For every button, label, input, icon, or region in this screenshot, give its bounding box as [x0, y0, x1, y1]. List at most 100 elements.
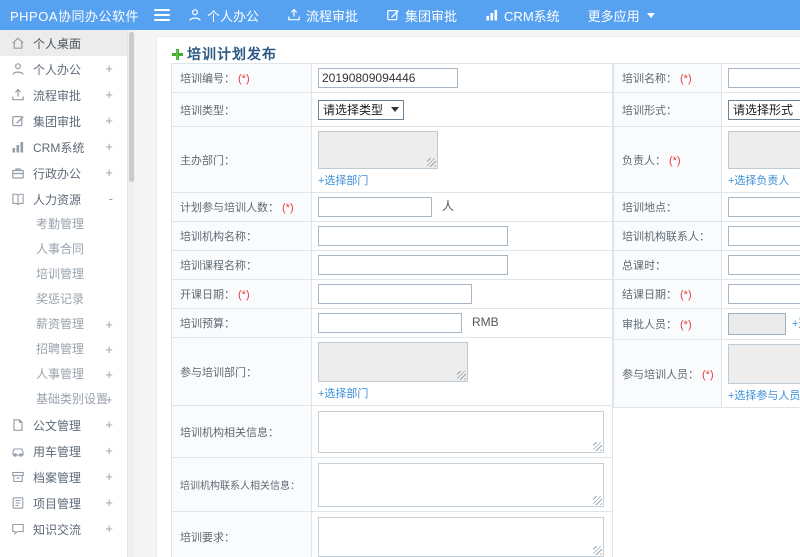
- expand-toggle[interactable]: +: [105, 160, 113, 186]
- end-date-input[interactable]: [728, 284, 800, 304]
- resize-handle-icon[interactable]: [457, 371, 466, 381]
- form-row: 培训类型： 请选择类型: [171, 92, 613, 127]
- edit-icon: [11, 114, 25, 128]
- sidebar-item-label: 档案管理: [33, 470, 82, 485]
- menu-toggle-icon[interactable]: [154, 9, 170, 21]
- sidebar-item-label: 流程审批: [33, 88, 82, 103]
- choose-leader-link[interactable]: +选择负责人: [728, 172, 800, 188]
- resize-handle-icon[interactable]: [593, 495, 602, 505]
- choose-dept-link[interactable]: +选择部门: [318, 172, 606, 188]
- training-form-label: 培训形式：: [613, 92, 722, 127]
- nav-group-approval[interactable]: 集团审批: [386, 6, 457, 25]
- top-nav: 个人办公 流程审批 集团审批 CRM系统 更多应用: [188, 6, 683, 25]
- sidebar-item-desktop[interactable]: 个人桌面: [0, 30, 135, 56]
- nav-crm[interactable]: CRM系统: [485, 6, 560, 25]
- expand-toggle[interactable]: +: [105, 82, 113, 108]
- nav-more-apps[interactable]: 更多应用: [588, 6, 655, 25]
- location-input[interactable]: [728, 197, 800, 217]
- approver-label: 审批人员： (*): [613, 308, 722, 340]
- choose-trainees-link[interactable]: +选择参与人员: [728, 387, 800, 403]
- choose-dept-link[interactable]: +选择部门: [318, 385, 606, 401]
- sidebar-item-hr[interactable]: 人力资源 -: [0, 186, 135, 212]
- sidebar-item-project[interactable]: 项目管理 +: [0, 490, 135, 516]
- org-name-input[interactable]: [318, 226, 508, 247]
- training-requirements-textarea[interactable]: [318, 516, 604, 557]
- sidebar-item-admin-office[interactable]: 行政办公 +: [0, 160, 135, 186]
- nav-workflow-approval[interactable]: 流程审批: [287, 6, 358, 25]
- join-dept-textarea[interactable]: [318, 342, 468, 383]
- expand-toggle[interactable]: +: [105, 337, 113, 362]
- collapse-toggle[interactable]: -: [109, 186, 113, 212]
- approver-input[interactable]: [728, 313, 786, 335]
- form-row: 计划参与培训人数： (*) 人: [171, 191, 613, 223]
- sidebar-subitem-hr-contract[interactable]: 人事合同: [0, 237, 135, 262]
- form-card: 培训计划发布 培训编号：(*) 培训类型： 请选择类型: [156, 36, 800, 557]
- user-icon: [188, 8, 202, 22]
- training-form-select[interactable]: 请选择形式: [728, 99, 800, 120]
- expand-toggle[interactable]: +: [105, 490, 113, 516]
- host-dept-textarea[interactable]: [318, 131, 438, 169]
- start-date-input[interactable]: [318, 284, 472, 305]
- expand-toggle[interactable]: +: [105, 108, 113, 134]
- sidebar-subitem-attendance[interactable]: 考勤管理: [0, 212, 135, 237]
- sidebar-subitem-salary[interactable]: 薪资管理 +: [0, 312, 135, 337]
- nav-personal-office[interactable]: 个人办公: [188, 6, 259, 25]
- org-info-textarea[interactable]: [318, 410, 604, 453]
- expand-toggle[interactable]: +: [105, 464, 113, 490]
- expand-toggle[interactable]: +: [105, 438, 113, 464]
- training-name-input[interactable]: [728, 68, 800, 88]
- sidebar-subitem-base-category[interactable]: 基础类别设置 +: [0, 387, 135, 412]
- sidebar-subitem-rewards[interactable]: 奖惩记录: [0, 287, 135, 312]
- document-icon: [11, 418, 25, 432]
- resize-handle-icon[interactable]: [593, 545, 602, 555]
- sidebar-subitem-personnel[interactable]: 人事管理 +: [0, 362, 135, 387]
- sidebar-item-workflow-approval[interactable]: 流程审批 +: [0, 82, 135, 108]
- sidebar-subitem-recruit[interactable]: 招聘管理 +: [0, 337, 135, 362]
- scrollbar-thumb[interactable]: [129, 32, 134, 182]
- book-icon: [11, 192, 25, 206]
- resize-handle-icon[interactable]: [427, 158, 436, 167]
- app-window: PHPOA协同办公软件 个人办公 流程审批 集团审批 CRM系统 更多应用 个人…: [0, 0, 800, 557]
- nav-label: 更多应用: [587, 8, 640, 24]
- sidebar-subitem-label: 基础类别设置: [36, 392, 109, 406]
- page-title: 培训计划发布: [171, 44, 277, 64]
- brand-logo[interactable]: PHPOA协同办公软件: [10, 6, 152, 25]
- planned-count-input[interactable]: [318, 197, 432, 218]
- form-row: 培训预算： RMB: [171, 308, 613, 339]
- sidebar-subitem-label: 奖惩记录: [36, 292, 85, 306]
- training-type-select[interactable]: 请选择类型: [318, 99, 405, 120]
- sidebar-item-knowledge[interactable]: 知识交流 +: [0, 516, 135, 542]
- sidebar-item-crm[interactable]: CRM系统 +: [0, 134, 135, 160]
- sidebar-item-archive[interactable]: 档案管理 +: [0, 464, 135, 490]
- sidebar-scrollbar[interactable]: [127, 30, 135, 557]
- form-row: 培训机构联系人相关信息：: [171, 457, 613, 513]
- total-hours-input[interactable]: [728, 255, 800, 275]
- sidebar-subitem-training[interactable]: 培训管理: [0, 262, 135, 287]
- sidebar-item-group-approval[interactable]: 集团审批 +: [0, 108, 135, 134]
- leader-textarea[interactable]: [728, 131, 800, 169]
- form-row: 总课时：: [613, 250, 800, 280]
- expand-toggle[interactable]: +: [105, 134, 113, 160]
- org-contact-info-textarea[interactable]: [318, 462, 604, 507]
- training-no-input[interactable]: [318, 68, 458, 88]
- sidebar-item-documents[interactable]: 公文管理 +: [0, 412, 135, 438]
- resize-handle-icon[interactable]: [593, 441, 602, 451]
- expand-toggle[interactable]: +: [105, 516, 113, 542]
- expand-toggle[interactable]: +: [105, 362, 113, 387]
- expand-toggle[interactable]: +: [105, 387, 113, 412]
- nav-label: CRM系统: [504, 8, 560, 24]
- choose-approver-link[interactable]: +选择审批人员: [792, 318, 800, 330]
- car-icon: [11, 444, 25, 458]
- trainees-label: 参与培训人员： (*): [613, 339, 722, 408]
- planned-count-label: 计划参与培训人数： (*): [171, 191, 312, 223]
- expand-toggle[interactable]: +: [105, 312, 113, 337]
- org-contact-input[interactable]: [728, 226, 800, 246]
- sidebar-item-label: 行政办公: [33, 166, 82, 181]
- budget-input[interactable]: [318, 313, 462, 334]
- sidebar-item-personal-office[interactable]: 个人办公 +: [0, 56, 135, 82]
- trainees-textarea[interactable]: [728, 344, 800, 384]
- sidebar-item-vehicle[interactable]: 用车管理 +: [0, 438, 135, 464]
- course-name-input[interactable]: [318, 255, 508, 276]
- expand-toggle[interactable]: +: [105, 412, 113, 438]
- expand-toggle[interactable]: +: [105, 56, 113, 82]
